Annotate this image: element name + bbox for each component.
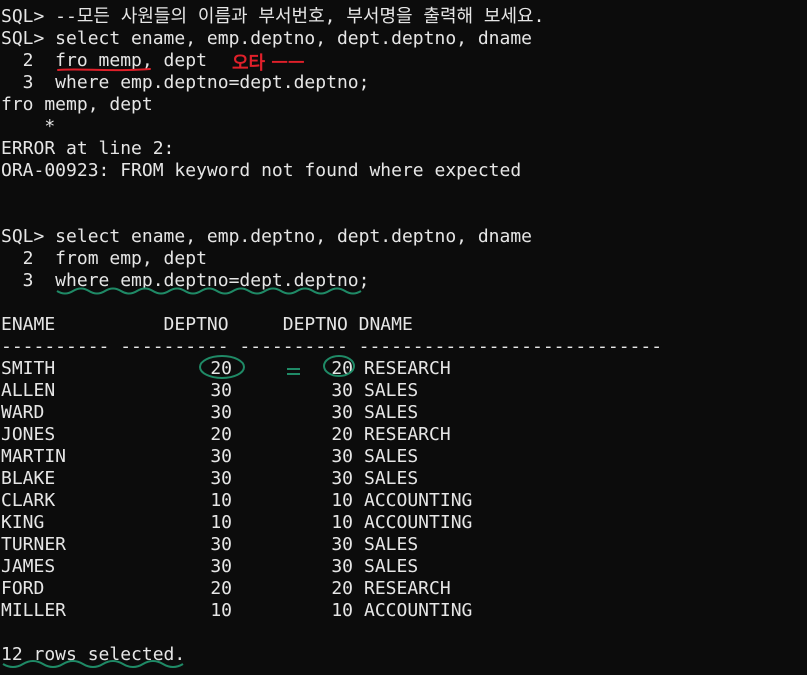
emp-deptno-cell: 10 (210, 490, 232, 511)
dept-deptno-cell: 20 (331, 358, 353, 379)
ename-cell: FORD (1, 578, 45, 599)
emp-deptno-cell: 30 (210, 556, 232, 577)
dname-cell: ACCOUNTING (364, 512, 473, 533)
dname-cell: SALES (364, 380, 419, 401)
error-pointer-line: * (1, 116, 56, 137)
emp-deptno-cell: 10 (210, 600, 232, 621)
emp-deptno-cell: 30 (210, 468, 232, 489)
dname-cell: RESEARCH (364, 358, 451, 379)
ename-cell: JAMES (1, 556, 56, 577)
select-line-2-retry: 2 from emp, dept (1, 248, 207, 269)
dept-deptno-cell: 20 (331, 578, 353, 599)
select-line-3: 3 where emp.deptno=dept.deptno; (1, 72, 370, 93)
ename-cell: BLAKE (1, 468, 56, 489)
ename-cell: TURNER (1, 534, 67, 555)
emp-deptno-cell: 10 (210, 512, 232, 533)
dept-deptno-cell: 30 (331, 402, 353, 423)
dname-cell: SALES (364, 468, 419, 489)
dept-deptno-cell: 30 (331, 446, 353, 467)
select-line-3-retry: 3 where emp.deptno=dept.deptno; (1, 270, 370, 291)
emp-deptno-cell: 20 (210, 424, 232, 445)
comment-prompt-line: SQL> --모든 사원들의 이름과 부서번호, 부서명을 출력해 보세요. (1, 6, 545, 27)
ename-cell: ALLEN (1, 380, 56, 401)
emp-deptno-cell: 30 (210, 446, 232, 467)
typo-note: 오타 ㅡㅡ (232, 53, 305, 74)
emp-deptno-cell: 30 (210, 380, 232, 401)
select-line-2-typo: 2 fro memp, dept (1, 50, 207, 71)
dname-cell: ACCOUNTING (364, 490, 473, 511)
dept-deptno-cell: 30 (331, 380, 353, 401)
sqlplus-terminal[interactable]: SQL> --모든 사원들의 이름과 부서번호, 부서명을 출력해 보세요. S… (0, 0, 807, 675)
dept-deptno-cell: 10 (331, 600, 353, 621)
emp-deptno-cell: 20 (210, 578, 232, 599)
ename-cell: KING (1, 512, 45, 533)
rows-selected-footer: 12 rows selected. (1, 644, 186, 665)
dname-cell: SALES (364, 556, 419, 577)
dname-cell: SALES (364, 402, 419, 423)
emp-deptno-cell: 20 (210, 358, 232, 379)
error-message-line: ORA-00923: FROM keyword not found where … (1, 160, 522, 181)
emp-deptno-cell: 30 (210, 402, 232, 423)
ename-cell: WARD (1, 402, 45, 423)
emp-deptno-cell: 30 (210, 534, 232, 555)
ename-cell: CLARK (1, 490, 56, 511)
result-header: ENAME DEPTNO DEPTNO DNAME (1, 314, 413, 335)
ename-cell: SMITH (1, 358, 56, 379)
dept-deptno-cell: 10 (331, 512, 353, 533)
error-location-line: ERROR at line 2: (1, 138, 175, 159)
dname-cell: SALES (364, 534, 419, 555)
dname-cell: ACCOUNTING (364, 600, 473, 621)
select-line-1: SQL> select ename, emp.deptno, dept.dept… (1, 28, 533, 49)
dname-cell: RESEARCH (364, 578, 451, 599)
dept-deptno-cell: 30 (331, 468, 353, 489)
dept-deptno-cell: 10 (331, 490, 353, 511)
dname-cell: SALES (364, 446, 419, 467)
result-separator: ---------- ---------- ---------- -------… (1, 336, 663, 357)
ename-cell: JONES (1, 424, 56, 445)
ename-cell: MILLER (1, 600, 67, 621)
dept-deptno-cell: 20 (331, 424, 353, 445)
select-line-1-retry: SQL> select ename, emp.deptno, dept.dept… (1, 226, 533, 247)
dname-cell: RESEARCH (364, 424, 451, 445)
dept-deptno-cell: 30 (331, 534, 353, 555)
ename-cell: MARTIN (1, 446, 67, 467)
error-echo-line: fro memp, dept (1, 94, 153, 115)
dept-deptno-cell: 30 (331, 556, 353, 577)
